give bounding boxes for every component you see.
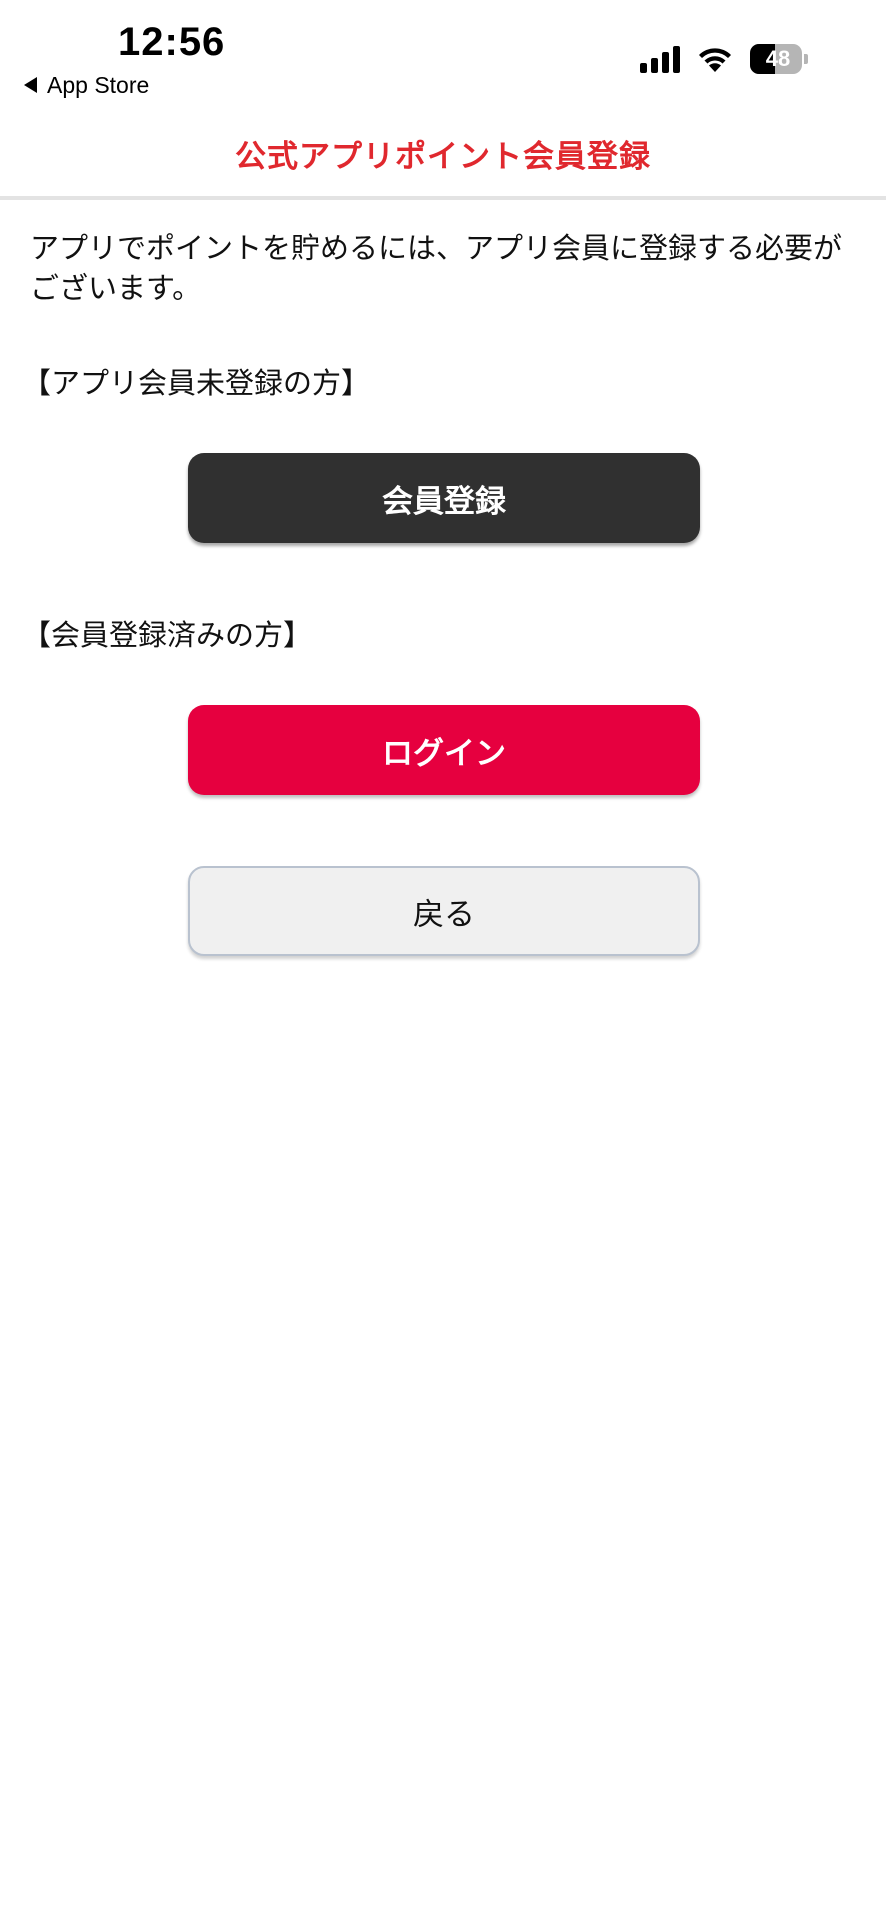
back-button[interactable]: 戻る [188,866,700,956]
registered-section-label: 【会員登録済みの方】 [22,618,313,652]
login-button[interactable]: ログイン [188,705,700,795]
status-icons: 48 [640,42,808,76]
register-button[interactable]: 会員登録 [188,453,700,543]
back-app-label: App Store [47,71,150,98]
intro-text: アプリでポイントを貯めるには、アプリ会員に登録する必要がございます。 [30,231,843,305]
battery-icon: 48 [750,44,808,74]
status-time: 12:56 [118,20,226,64]
app-header: 公式アプリポイント会員登録 [0,110,886,200]
back-to-app-store-link[interactable]: App Store [24,70,149,100]
battery-level: 48 [765,46,791,71]
wifi-icon [696,45,734,73]
status-bar: 12:56 App Store 48 [0,0,886,110]
unregistered-section-label: 【アプリ会員未登録の方】 [22,366,371,400]
battery-body: 48 [750,44,803,74]
signal-icon [640,45,680,73]
back-triangle-icon [24,77,37,93]
battery-cap [804,54,808,64]
page-title: 公式アプリポイント会員登録 [235,138,651,175]
screen: 12:56 App Store 48 公式アプリポイント会員登録 アプリでポイン… [0,0,886,1920]
